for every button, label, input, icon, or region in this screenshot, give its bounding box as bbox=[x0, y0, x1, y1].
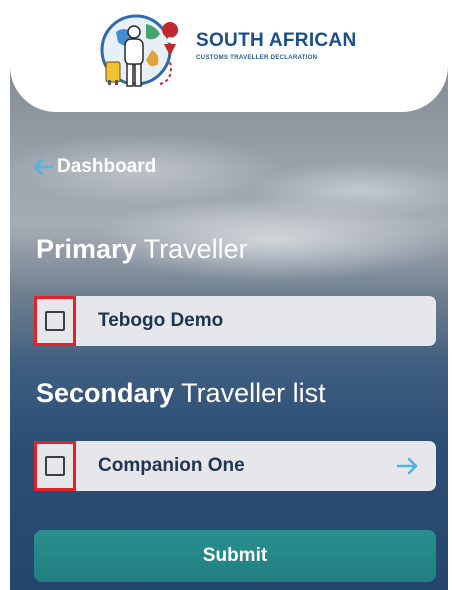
arrow-right-icon[interactable] bbox=[396, 456, 420, 476]
submit-button[interactable]: Submit bbox=[34, 530, 436, 582]
back-link-label: Dashboard bbox=[57, 156, 157, 177]
traveller-logo-icon bbox=[100, 14, 179, 87]
arrow-left-icon bbox=[33, 158, 54, 176]
secondary-traveller-name: Companion One bbox=[98, 455, 245, 476]
brand-title: SOUTH AFRICAN bbox=[196, 30, 357, 51]
primary-traveller-name: Tebogo Demo bbox=[98, 310, 224, 331]
secondary-heading-strong: Secondary bbox=[36, 378, 175, 408]
primary-traveller-heading: Primary Traveller bbox=[36, 234, 248, 265]
app-screen: SOUTH AFRICAN CUSTOMS TRAVELLER DECLARAT… bbox=[10, 0, 448, 590]
primary-traveller-row[interactable]: Tebogo Demo bbox=[34, 296, 436, 346]
primary-heading-strong: Primary bbox=[36, 234, 137, 264]
secondary-traveller-checkbox[interactable] bbox=[45, 456, 65, 476]
primary-traveller-checkbox[interactable] bbox=[45, 311, 65, 331]
primary-heading-rest: Traveller bbox=[136, 234, 248, 264]
brand-subtitle: CUSTOMS TRAVELLER DECLARATION bbox=[196, 54, 318, 61]
secondary-heading-rest: Traveller list bbox=[174, 378, 326, 408]
header: SOUTH AFRICAN CUSTOMS TRAVELLER DECLARAT… bbox=[10, 0, 448, 112]
secondary-traveller-heading: Secondary Traveller list bbox=[36, 378, 326, 409]
back-to-dashboard-link[interactable]: Dashboard bbox=[32, 156, 156, 178]
secondary-traveller-row[interactable]: Companion One bbox=[34, 441, 436, 491]
